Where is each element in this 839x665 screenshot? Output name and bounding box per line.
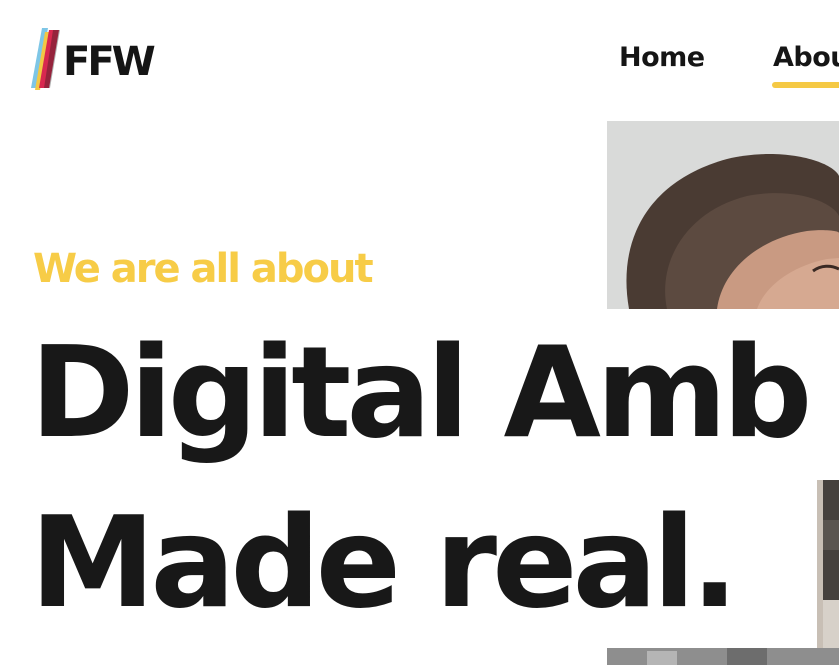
tweed-texture-illustration [607, 648, 839, 665]
hero-photo-woman [607, 121, 839, 309]
nav-item-about[interactable]: About [773, 38, 839, 78]
hero-photo-person [817, 480, 839, 665]
logo-stripes-icon [31, 28, 60, 90]
nav-active-underline [772, 82, 839, 88]
nav-item-home[interactable]: Home [619, 38, 705, 78]
woman-photo-illustration [607, 121, 839, 309]
hero-eyebrow: We are all about [33, 246, 374, 292]
person-photo-illustration [817, 480, 839, 665]
hero-headline-line2: Made real. [30, 489, 739, 636]
hero-photo-bottom [607, 648, 839, 665]
logo-text: FFW [63, 39, 156, 85]
hero-headline-line1: Digital Amb [30, 319, 812, 466]
logo[interactable]: FFW [31, 26, 171, 90]
